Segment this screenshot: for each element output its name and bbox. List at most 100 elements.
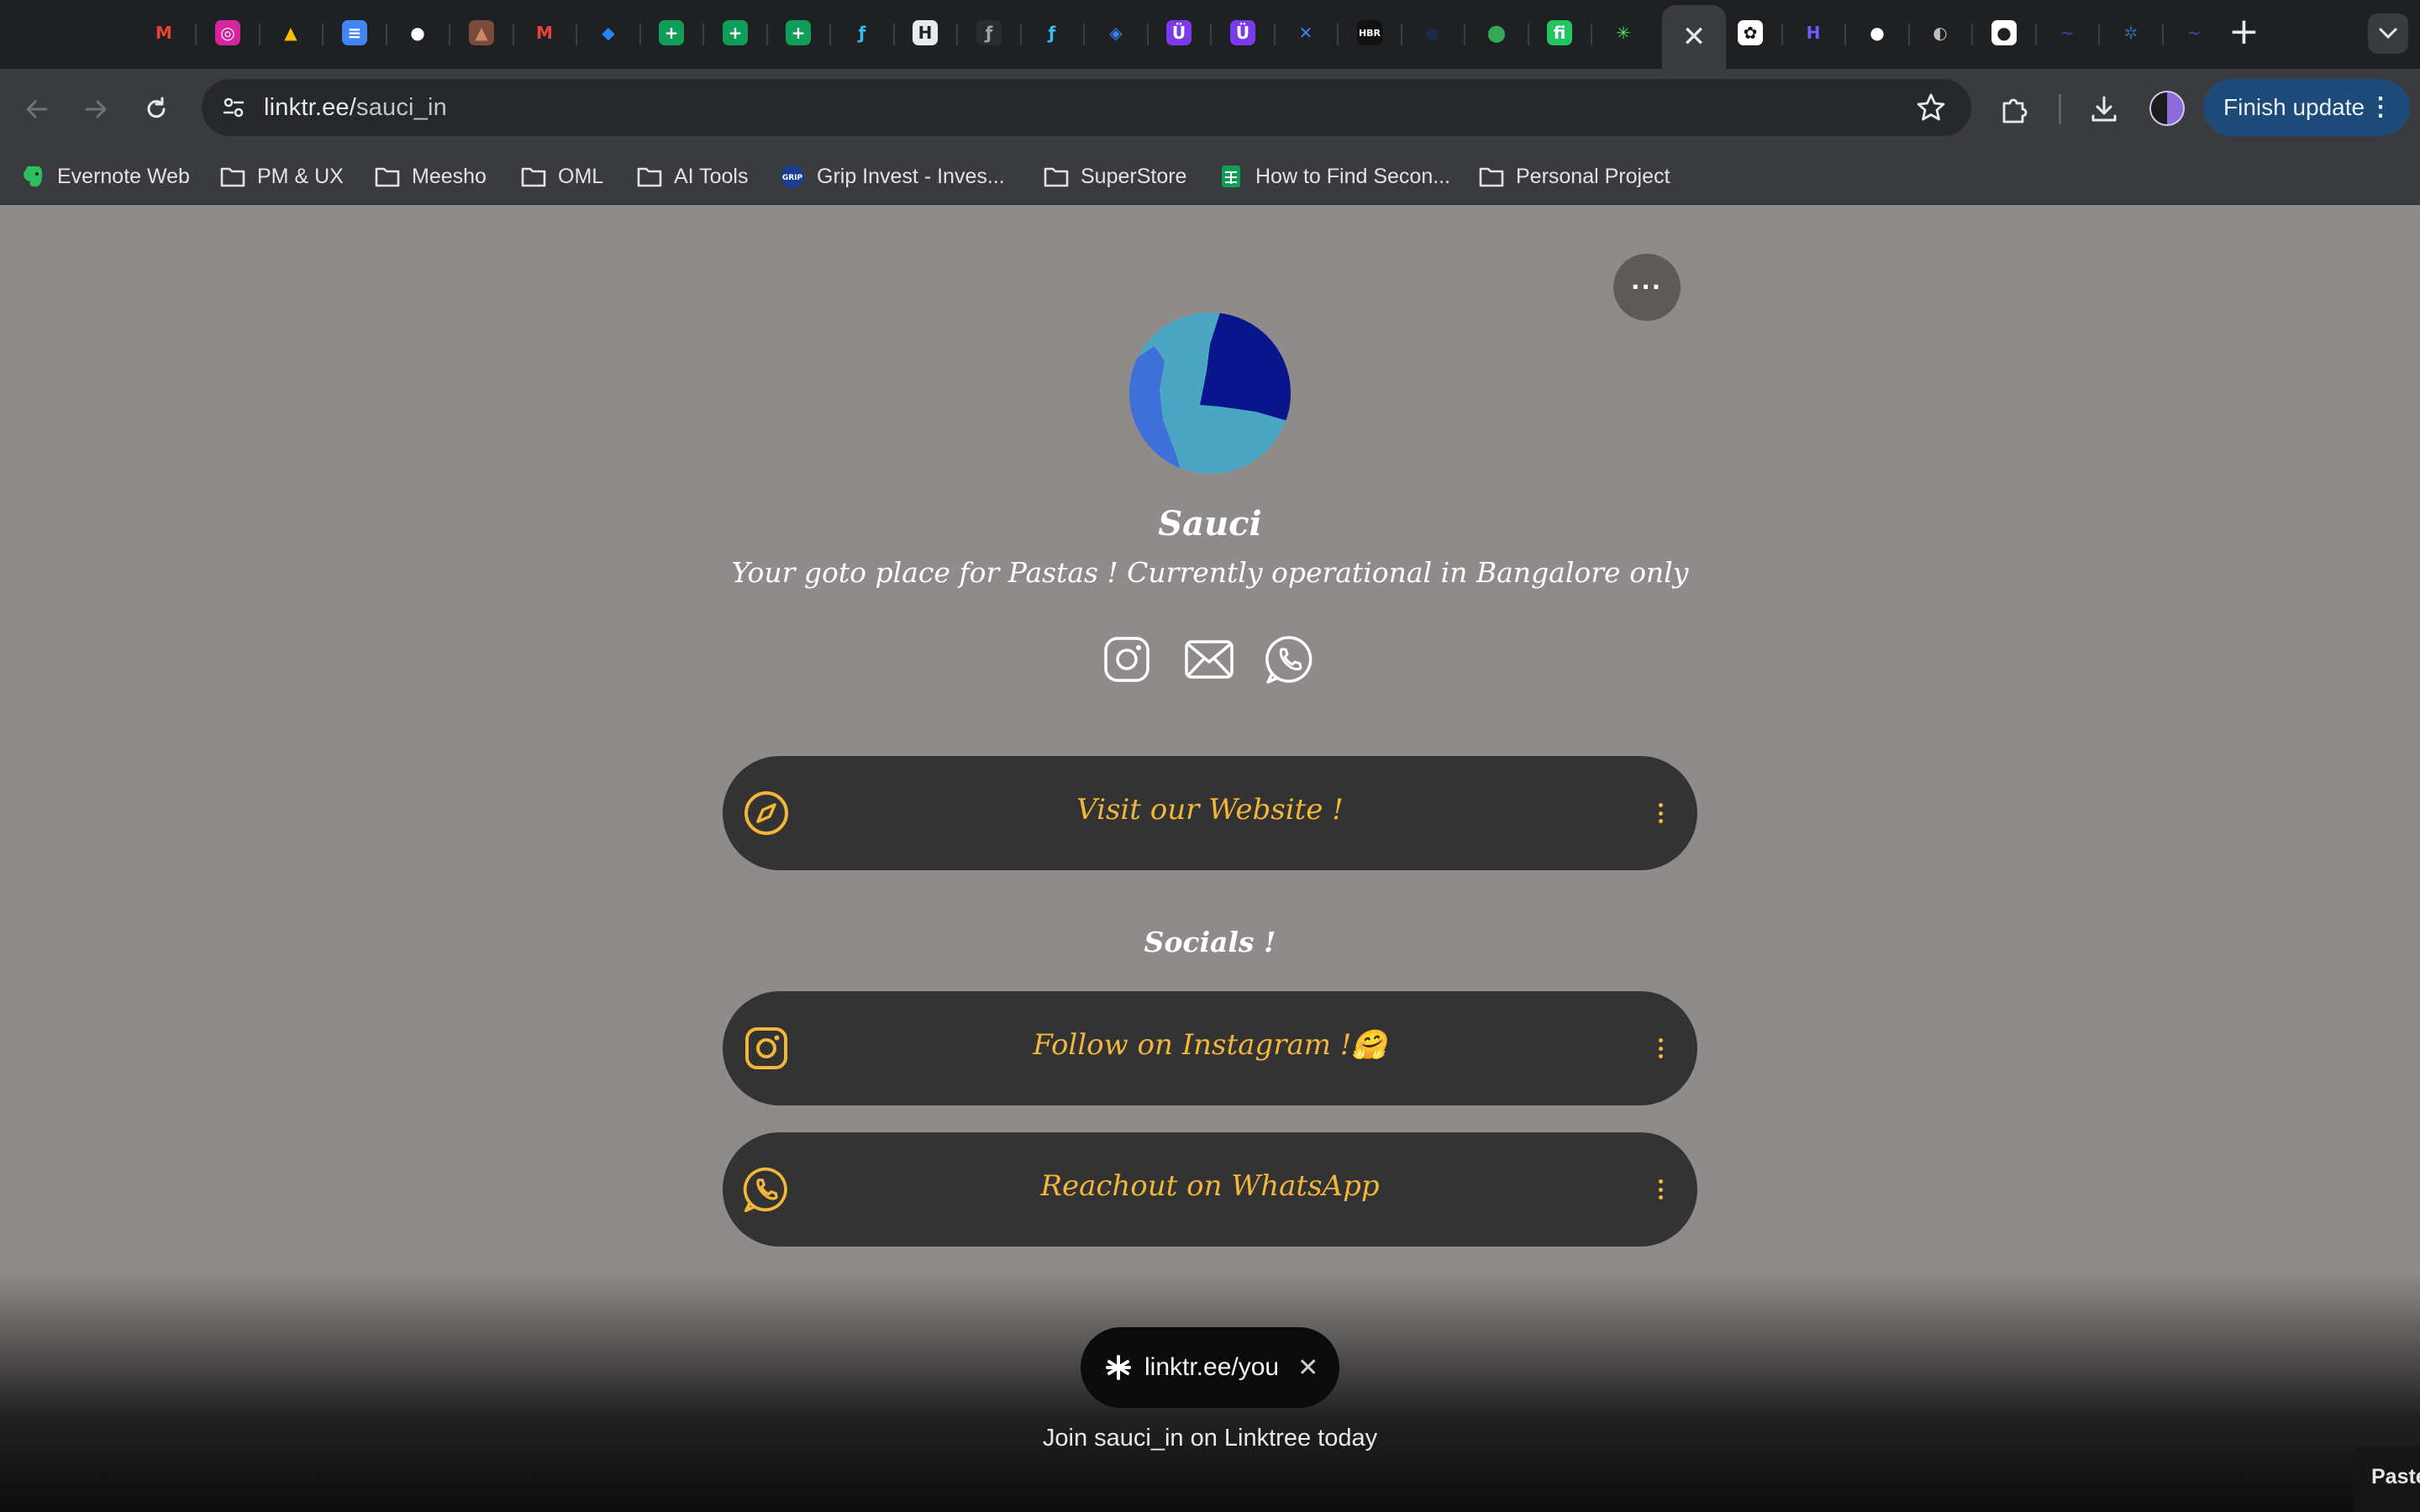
tab-separator xyxy=(259,24,260,45)
tab-separator xyxy=(1464,24,1465,45)
bookmark-item[interactable]: Meesho xyxy=(375,160,487,193)
browser-tab[interactable]: ~ xyxy=(2051,17,2083,49)
browser-tab[interactable]: Ü xyxy=(1163,17,1195,49)
bookmark-item[interactable]: PM & UX xyxy=(220,160,344,193)
claim-handle-pill[interactable]: linktr.ee/you ✕ xyxy=(1081,1327,1339,1408)
browser-tab[interactable]: + xyxy=(719,17,751,49)
browser-tab[interactable]: + xyxy=(655,17,687,49)
tab-separator xyxy=(1401,24,1402,45)
link-options-button[interactable] xyxy=(1652,1032,1669,1065)
whatsapp-icon[interactable] xyxy=(1264,633,1316,685)
browser-tab[interactable]: ▲ xyxy=(275,17,307,49)
folder-icon xyxy=(521,164,546,189)
star-icon xyxy=(1917,93,1945,121)
bookmark-item[interactable]: Evernote Web xyxy=(20,160,190,193)
close-tab-icon[interactable]: ✕ xyxy=(1682,23,1707,51)
mail-icon[interactable] xyxy=(1183,633,1235,685)
join-linktree-text[interactable]: Join sauci_in on Linktree today xyxy=(0,1425,2420,1452)
browser-tab[interactable]: ▲ xyxy=(466,17,497,49)
browser-tab[interactable]: M xyxy=(529,17,560,49)
bookmark-label: AI Tools xyxy=(674,164,749,188)
downloads-button[interactable] xyxy=(2081,86,2128,133)
extensions-button[interactable] xyxy=(1991,86,2039,133)
browser-tab[interactable]: HBR xyxy=(1354,17,1386,49)
bookmark-label: OML xyxy=(558,164,604,188)
globe-icon: ◐ xyxy=(1928,20,1953,45)
browser-tab[interactable]: ◎ xyxy=(212,17,244,49)
claim-handle-text: linktr.ee/you xyxy=(1144,1353,1280,1381)
finish-update-label: Finish update xyxy=(2223,94,2365,120)
h-logo-icon: H xyxy=(1801,20,1826,45)
link-card-whatsapp[interactable]: Reachout on WhatsApp xyxy=(723,1132,1697,1247)
browser-tab[interactable]: ◆ xyxy=(592,17,624,49)
browser-tab[interactable]: ● xyxy=(1417,17,1449,49)
bookmark-label: SuperStore xyxy=(1081,164,1187,188)
bookmark-item[interactable]: AI Tools xyxy=(637,160,748,193)
reload-button[interactable] xyxy=(134,87,178,131)
browser-tab[interactable]: ƒ xyxy=(973,17,1005,49)
bookmark-item[interactable]: OML xyxy=(521,160,603,193)
tab-separator xyxy=(893,24,895,45)
browser-tab[interactable]: ✲ xyxy=(2115,17,2147,49)
bookmark-item[interactable]: GRIP Grip Invest - Inves... xyxy=(780,160,1005,193)
active-tab[interactable]: ✕ xyxy=(1662,5,1726,69)
tab-strip: M ◎ ▲ ≡ ● ▲ M ◆ + + + ƒ Hƒ ƒ ◈ Ü Ü ✕ HBR ● ⬤ fi ✳ ✿ H ● ◐ ● ~ ✲ ~ ✕ + xyxy=(0,0,2420,69)
url-text[interactable]: linktr.ee/sauci_in xyxy=(264,94,447,122)
tune-icon xyxy=(224,97,244,118)
browser-tab[interactable]: + xyxy=(782,17,814,49)
gmail-icon: M xyxy=(151,20,176,45)
tab-search-button[interactable] xyxy=(2368,13,2408,54)
corner-paste-pill[interactable]: Paste xyxy=(2353,1446,2420,1512)
browser-tab[interactable]: ƒ xyxy=(1036,17,1068,49)
forward-button[interactable] xyxy=(74,87,118,131)
browser-tab[interactable]: Ü xyxy=(1227,17,1259,49)
profile-avatar[interactable] xyxy=(2149,91,2185,126)
x-logo-icon: ✕ xyxy=(1293,20,1318,45)
tab-separator xyxy=(1147,24,1149,45)
browser-tab[interactable]: ~ xyxy=(2178,17,2210,49)
link-label: Reachout on WhatsApp xyxy=(1040,1169,1380,1203)
google-sheets-icon: + xyxy=(786,20,811,45)
google-drive-icon: ▲ xyxy=(278,20,303,45)
new-tab-button[interactable]: + xyxy=(2228,13,2260,50)
folder-icon xyxy=(637,164,662,189)
bookmark-star-button[interactable] xyxy=(1914,91,1948,129)
browser-tab[interactable]: ⬤ xyxy=(1481,17,1512,49)
instagram-icon[interactable] xyxy=(1101,633,1153,685)
tab-separator xyxy=(702,24,704,45)
evernote-icon xyxy=(20,164,45,189)
browser-tab[interactable]: H xyxy=(909,17,941,49)
bookmark-item[interactable]: SuperStore xyxy=(1044,160,1186,193)
back-button[interactable] xyxy=(15,87,59,131)
browser-tab[interactable]: ✿ xyxy=(1734,17,1766,49)
browser-tab[interactable]: ● xyxy=(1861,17,1893,49)
link-options-button[interactable] xyxy=(1652,796,1669,830)
browser-tab[interactable]: ƒ xyxy=(846,17,878,49)
link-card-instagram[interactable]: Follow on Instagram !🤗 xyxy=(723,991,1697,1105)
browser-tab[interactable]: ✳ xyxy=(1607,17,1639,49)
browser-tab[interactable]: M xyxy=(148,17,180,49)
browser-tab[interactable]: ● xyxy=(402,17,434,49)
browser-tab[interactable]: ● xyxy=(1988,17,2020,49)
site-info-button[interactable] xyxy=(213,87,254,128)
browser-tab[interactable]: H xyxy=(1797,17,1829,49)
finish-update-button[interactable]: Finish update ⋮ xyxy=(2203,79,2410,136)
close-icon[interactable]: ✕ xyxy=(1297,1353,1318,1383)
browser-tab[interactable]: fi xyxy=(1544,17,1576,49)
folder-icon xyxy=(220,164,245,189)
profile-name: Sauci xyxy=(1158,504,1262,543)
bookmark-item[interactable]: Personal Project xyxy=(1479,160,1670,193)
bookmark-label: Grip Invest - Inves... xyxy=(817,164,1005,188)
browser-tab[interactable]: ◈ xyxy=(1100,17,1132,49)
folder-icon xyxy=(375,164,400,189)
github-icon: ● xyxy=(1865,20,1890,45)
share-menu-button[interactable]: ··· xyxy=(1613,254,1681,321)
browser-tab[interactable]: ≡ xyxy=(339,17,371,49)
kebab-menu-icon[interactable]: ⋮ xyxy=(2368,91,2393,124)
link-card-website[interactable]: Visit our Website ! xyxy=(723,756,1697,870)
bookmark-item[interactable]: How to Find Secon... xyxy=(1218,160,1450,193)
link-options-button[interactable] xyxy=(1652,1173,1669,1206)
address-bar[interactable]: linktr.ee/sauci_in xyxy=(202,79,1971,136)
browser-tab[interactable]: ◐ xyxy=(1924,17,1956,49)
browser-tab[interactable]: ✕ xyxy=(1290,17,1322,49)
